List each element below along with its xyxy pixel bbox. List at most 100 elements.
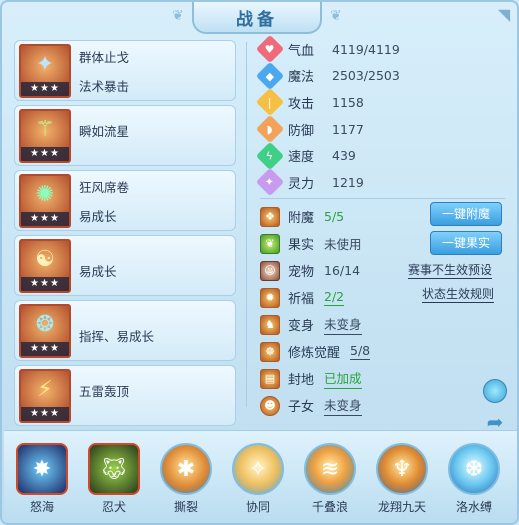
star-rating: ★★★: [21, 407, 69, 421]
gear-attribute: 指挥、易成长: [79, 329, 155, 344]
stat-attack: | 攻击 1158: [255, 88, 510, 117]
cultivation-icon: ☸: [260, 341, 280, 362]
defense-icon: ◗: [255, 114, 285, 144]
skill-slot[interactable]: ≋ 千叠浪: [300, 443, 360, 515]
enchant-icon: ❖: [260, 206, 280, 227]
gear-icon: ☯ ★★★: [19, 239, 71, 293]
blessing-icon: ✹: [260, 287, 280, 308]
fief-row: ▤ 封地 已加成: [260, 365, 510, 392]
gear-icon: ✺ ★★★: [19, 174, 71, 228]
star-rating: ★★★: [21, 82, 69, 96]
row-value[interactable]: 2/2: [324, 289, 345, 306]
heart-icon: ♥: [255, 35, 285, 64]
stat-mp: ◆ 魔法 2503/2503: [255, 61, 510, 91]
gear-icon: ⚡ ★★★: [19, 369, 71, 423]
row-label: 祈福: [288, 292, 315, 307]
pet-icon: ☺: [260, 260, 280, 281]
skill-slot[interactable]: ✱ 撕裂: [156, 443, 216, 515]
war-prep-window: 战备 ❦ ❦ ◥ ✦ ★★★ 群体止戈 法术暴击 ⚚ ★★★ 瞬如流星 ✺ ★★…: [0, 0, 519, 525]
one-click-enchant-button[interactable]: 一键附魔: [430, 202, 502, 226]
skill-slot[interactable]: ✸ 怒海: [12, 443, 72, 515]
skill-slot[interactable]: ♆ 龙翔九天: [372, 443, 432, 515]
fief-icon: ▤: [260, 368, 280, 389]
vortex-icon: ✸: [16, 443, 68, 495]
row-label: 宠物: [288, 265, 315, 280]
gear-icon: ✦ ★★★: [19, 44, 71, 98]
stat-value: 1219: [332, 174, 364, 190]
wolf-icon: 🐺︎: [88, 443, 140, 495]
stat-value: 1177: [332, 121, 364, 137]
gear-list: ✦ ★★★ 群体止戈 法术暴击 ⚚ ★★★ 瞬如流星 ✺ ★★★ 狂风席卷 易成…: [14, 40, 236, 430]
skill-slot[interactable]: ✧ 协同: [228, 443, 288, 515]
gear-item[interactable]: ✺ ★★★ 狂风席卷 易成长: [14, 170, 236, 231]
status-rules-link[interactable]: 状态生效规则: [422, 285, 495, 303]
column-divider: [246, 42, 247, 407]
cultivation-row: ☸ 修炼觉醒 5/8: [260, 338, 510, 365]
spirit-orb-icon[interactable]: [483, 379, 507, 403]
spirit-icon: ✦: [255, 168, 285, 197]
stats-panel: ♥ 气血 4119/4119 ◆ 魔法 2503/2503 | 攻击 1158 …: [255, 35, 510, 197]
stat-label: 防御: [288, 123, 315, 139]
fruit-icon: ❦: [260, 233, 280, 254]
close-icon[interactable]: ◥: [495, 6, 513, 24]
window-title: 战备: [236, 9, 278, 30]
gear-name: 瞬如流星: [79, 124, 130, 139]
row-value[interactable]: 已加成: [324, 368, 362, 389]
gear-icon: ⚚ ★★★: [19, 109, 71, 163]
stat-label: 灵力: [288, 176, 315, 192]
row-label: 封地: [288, 373, 315, 388]
stat-spirit: ✦ 灵力 1219: [255, 168, 510, 197]
one-click-fruit-button[interactable]: 一键果实: [430, 231, 502, 255]
stat-speed: ϟ 速度 439: [255, 141, 510, 170]
row-label: 变身: [288, 319, 315, 334]
star-rating: ★★★: [21, 212, 69, 226]
row-value: 16/14: [324, 263, 361, 278]
stat-value: 439: [332, 148, 356, 164]
row-value: 5/5: [324, 209, 345, 224]
dragon-icon: ♆: [376, 443, 428, 495]
stat-label: 魔法: [288, 70, 315, 86]
title-left-ornament: ❦: [172, 8, 184, 24]
row-label: 子女: [288, 400, 315, 415]
stat-defense: ◗ 防御 1177: [255, 114, 510, 144]
stat-label: 气血: [288, 43, 315, 59]
gear-item[interactable]: ❂ ★★★ 指挥、易成长: [14, 300, 236, 361]
stat-label: 速度: [288, 150, 315, 166]
star-rating: ★★★: [21, 342, 69, 356]
stats-divider: [260, 198, 505, 199]
child-icon: ☻: [260, 395, 280, 416]
gear-name: 五雷轰顶: [79, 384, 130, 399]
gear-item[interactable]: ⚚ ★★★ 瞬如流星: [14, 105, 236, 166]
child-row: ☻ 子女 未变身: [260, 392, 510, 419]
gear-attribute: 易成长: [79, 264, 117, 279]
light-icon: ✧: [232, 443, 284, 495]
gear-name: 群体止戈: [79, 49, 130, 65]
attack-icon: |: [255, 88, 285, 117]
water-icon: ❆: [448, 443, 500, 495]
row-value[interactable]: 未变身: [324, 314, 362, 335]
gear-item[interactable]: ✦ ★★★ 群体止戈 法术暴击: [14, 40, 236, 101]
transform-icon: ♞: [260, 314, 280, 335]
row-value: 未使用: [324, 237, 362, 252]
claw-icon: ✱: [160, 443, 212, 495]
stat-value: 4119/4119: [332, 41, 400, 57]
gear-icon: ❂ ★★★: [19, 304, 71, 358]
row-label: 果实: [288, 238, 315, 253]
gear-attribute: 易成长: [79, 208, 117, 224]
gear-item[interactable]: ⚡ ★★★ 五雷轰顶: [14, 365, 236, 426]
star-rating: ★★★: [21, 147, 69, 161]
row-value[interactable]: 5/8: [350, 343, 371, 360]
mana-icon: ◆: [255, 61, 285, 91]
skill-slot[interactable]: 🐺︎ 忍犬: [84, 443, 144, 515]
stat-label: 攻击: [288, 96, 315, 112]
skill-name: 协同: [245, 500, 270, 514]
row-value[interactable]: 未变身: [324, 395, 362, 416]
skill-bar: ✸ 怒海 🐺︎ 忍犬 ✱ 撕裂 ✧ 协同 ≋ 千叠浪 ♆ 龙翔九天 ❆ 洛水缚: [4, 430, 517, 523]
gear-name: 狂风席卷: [79, 179, 130, 195]
skill-slot[interactable]: ❆ 洛水缚: [444, 443, 504, 515]
gear-item[interactable]: ☯ ★★★ 易成长: [14, 235, 236, 296]
skill-name: 龙翔九天: [377, 500, 426, 514]
skill-name: 怒海: [29, 500, 54, 514]
stat-hp: ♥ 气血 4119/4119: [255, 35, 510, 64]
event-preset-link[interactable]: 赛事不生效预设: [408, 261, 493, 279]
